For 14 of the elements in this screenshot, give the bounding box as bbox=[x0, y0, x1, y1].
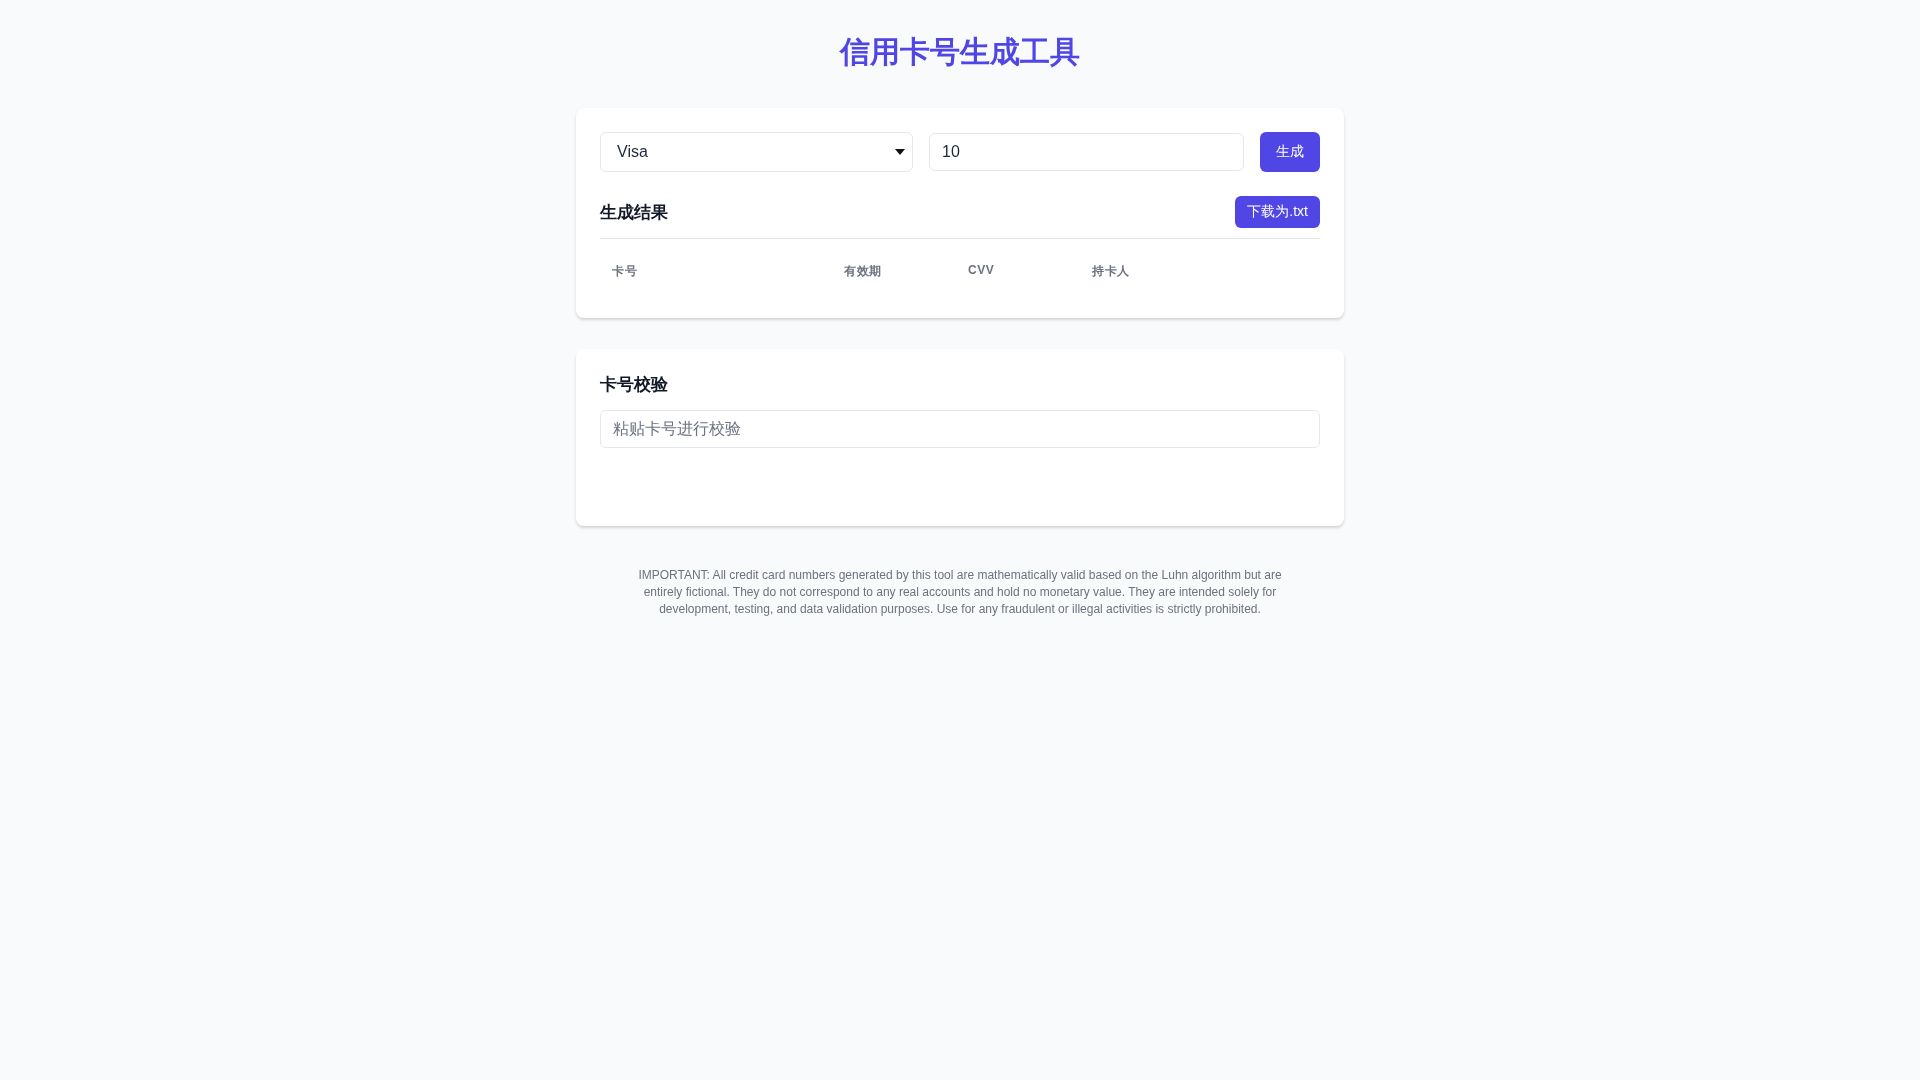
download-button[interactable]: 下载为.txt bbox=[1235, 196, 1320, 228]
column-header: 持卡人 bbox=[1091, 263, 1131, 280]
count-input[interactable]: 10 bbox=[929, 133, 1244, 171]
generate-button[interactable]: 生成 bbox=[1260, 132, 1320, 172]
column-header: CVV bbox=[967, 263, 996, 279]
validator-heading: 卡号校验 bbox=[600, 374, 669, 396]
column-header: 有效期 bbox=[843, 263, 883, 280]
caret-icon bbox=[894, 148, 906, 156]
card-type-select[interactable]: Visa bbox=[600, 132, 913, 172]
card-number-field[interactable]: 粘贴卡号进行校验 bbox=[600, 410, 1320, 448]
page-title: 信用卡号生成工具 bbox=[840, 34, 1080, 70]
column-header: 卡号 bbox=[611, 263, 638, 280]
results-heading: 生成结果 bbox=[600, 201, 668, 224]
disclaimer-text: IMPORTANT: All credit card numbers generated by this tool are mathematically valid based on the Luhn algorithm but are entirely fictional. They do not correspond to any real accounts and hold no monetary value. They are intended solely for development, testing, and data validation purposes. Use for any fraudulent or illegal activities is strictly prohibited. bbox=[637, 567, 1283, 618]
